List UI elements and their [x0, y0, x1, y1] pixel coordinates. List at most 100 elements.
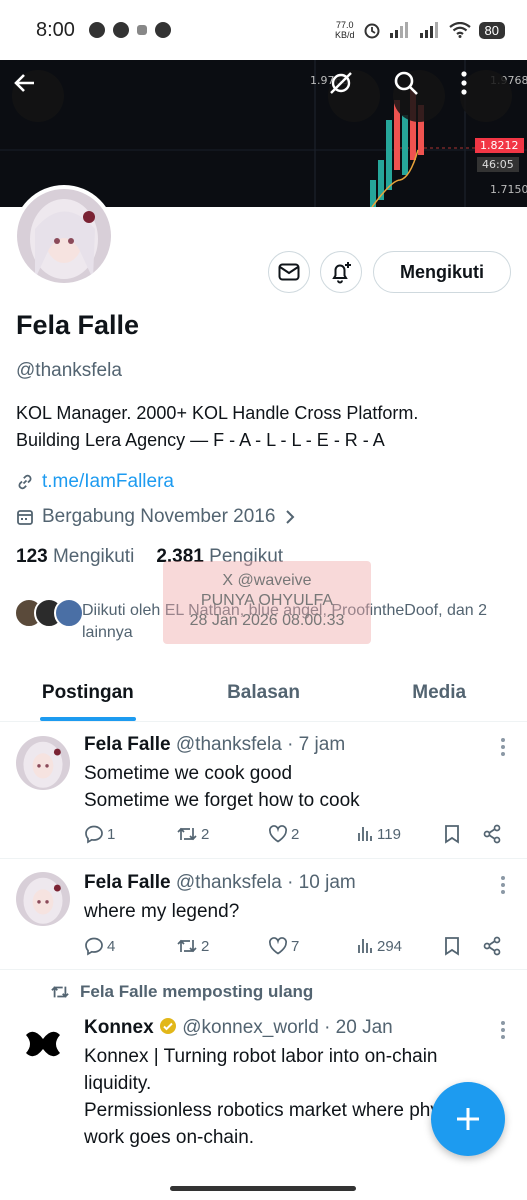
- whatsapp-icon: [88, 22, 105, 38]
- compose-button[interactable]: [431, 1082, 505, 1156]
- post-more-icon[interactable]: [501, 1021, 505, 1042]
- link-icon: [18, 474, 32, 490]
- repost-icon: [177, 827, 197, 841]
- reply-icon: [85, 825, 103, 844]
- grok-icon: [330, 72, 352, 94]
- profile-handle: @thanksfela: [16, 360, 122, 381]
- like-button[interactable]: 2: [268, 825, 356, 843]
- joined-row[interactable]: Bergabung November 2016: [16, 506, 297, 528]
- watermark-overlay: X @waveive PUNYA OHYULFA 28 Jan 2026 08.…: [163, 561, 371, 644]
- avatar-illustration: [16, 872, 70, 926]
- post-time: · 20 Jan: [324, 1017, 393, 1038]
- reply-button[interactable]: 1: [84, 824, 176, 844]
- layers-icon: [136, 25, 147, 35]
- profile-tabs: Postingan Balasan Media: [0, 664, 527, 722]
- notify-button[interactable]: [320, 251, 362, 293]
- post-author[interactable]: Fela Falle: [84, 734, 171, 755]
- post-author[interactable]: Konnex: [84, 1017, 154, 1038]
- repost-indicator[interactable]: Fela Falle memposting ulang: [50, 982, 313, 1002]
- search-button[interactable]: [393, 70, 445, 122]
- envelope-icon: [278, 263, 300, 281]
- profile-avatar[interactable]: [13, 185, 115, 287]
- chat-icon: [154, 22, 171, 38]
- post-time: · 10 jam: [287, 872, 356, 893]
- post-time: · 7 jam: [287, 734, 346, 755]
- following-button[interactable]: Mengikuti: [373, 251, 511, 293]
- share-icon: [483, 824, 501, 844]
- followed-by-avatars[interactable]: [14, 598, 84, 628]
- arrow-left-icon: [14, 74, 34, 92]
- following-stat[interactable]: 123 Mengikuti: [16, 546, 134, 568]
- post-avatar[interactable]: [16, 1017, 70, 1071]
- post-avatar[interactable]: [16, 872, 70, 926]
- repost-button[interactable]: 2: [176, 824, 268, 844]
- message-button[interactable]: [268, 251, 310, 293]
- more-button[interactable]: [460, 70, 512, 122]
- alarm-icon: [364, 23, 380, 39]
- views-icon: [358, 827, 372, 841]
- share-button[interactable]: [482, 936, 502, 956]
- repost-label: Fela Falle memposting ulang: [80, 982, 314, 1001]
- konnex-logo-icon: [26, 1031, 60, 1057]
- battery-indicator: 80: [478, 21, 505, 39]
- profile-link[interactable]: t.me/IamFallera: [42, 471, 174, 493]
- post-item[interactable]: Fela Falle @thanksfela · 7 jam Sometime …: [0, 722, 527, 859]
- heart-icon: [269, 825, 287, 843]
- profile-bio: KOL Manager. 2000+ KOL Handle Cross Plat…: [16, 403, 419, 450]
- repost-icon: [51, 986, 69, 998]
- reply-icon: [85, 937, 103, 956]
- signal-icon: [389, 22, 408, 38]
- app-icon: [112, 22, 129, 38]
- status-bar: 8:00 77.0 KB/d 80: [0, 0, 527, 60]
- post-text: Sometime we cook good Sometime we forget…: [84, 763, 360, 811]
- tab-posts[interactable]: Postingan: [0, 664, 176, 721]
- bookmark-button[interactable]: [444, 824, 482, 844]
- more-vertical-icon: [461, 71, 467, 95]
- joined-date: Bergabung November 2016: [42, 506, 276, 527]
- grok-button[interactable]: [328, 70, 380, 122]
- like-button[interactable]: 7: [268, 937, 356, 955]
- tab-media[interactable]: Media: [351, 664, 527, 721]
- post-handle[interactable]: @thanksfela: [176, 734, 282, 755]
- home-indicator[interactable]: [170, 1186, 356, 1191]
- repost-button[interactable]: 2: [176, 936, 268, 956]
- post-author[interactable]: Fela Falle: [84, 872, 171, 893]
- post-item[interactable]: Fela Falle @thanksfela · 10 jam where my…: [0, 860, 527, 970]
- post-more-icon[interactable]: [501, 738, 505, 759]
- views-button[interactable]: 119: [356, 825, 444, 843]
- bookmark-icon: [445, 937, 459, 956]
- avatar-illustration: [16, 736, 70, 790]
- post-avatar[interactable]: [16, 736, 70, 790]
- heart-icon: [269, 937, 287, 955]
- candle: [402, 115, 408, 175]
- post-more-icon[interactable]: [501, 876, 505, 897]
- notification-icons: [88, 22, 171, 38]
- mini-avatar: [54, 598, 84, 628]
- plus-icon: [457, 1108, 479, 1130]
- candle: [386, 120, 392, 190]
- status-time: 8:00: [36, 18, 75, 41]
- current-price-tag: 1.8212: [475, 138, 524, 153]
- bookmark-icon: [445, 825, 459, 844]
- views-icon: [358, 939, 372, 953]
- profile-name: Fela Falle: [16, 310, 140, 340]
- search-icon: [394, 71, 418, 95]
- tab-replies[interactable]: Balasan: [176, 664, 352, 721]
- profile-banner: 1.9768 1.9768 1.8212 46:05 1.7150: [0, 60, 527, 207]
- post-handle[interactable]: @thanksfela: [176, 872, 282, 893]
- chevron-right-icon: [286, 510, 295, 524]
- back-button[interactable]: [12, 70, 64, 122]
- bell-plus-icon: [332, 262, 351, 284]
- wifi-icon: [448, 22, 471, 38]
- countdown-tag: 46:05: [477, 157, 519, 172]
- trading-chart-banner: [0, 60, 527, 207]
- net-speed: 77.0 KB/d: [335, 20, 355, 40]
- post-handle[interactable]: @konnex_world: [182, 1017, 319, 1038]
- post-text: where my legend?: [84, 901, 240, 922]
- reply-button[interactable]: 4: [84, 936, 176, 956]
- profile-link-row: t.me/IamFallera: [16, 471, 174, 493]
- calendar-icon: [17, 510, 33, 525]
- share-button[interactable]: [482, 824, 502, 844]
- views-button[interactable]: 294: [356, 937, 444, 955]
- bookmark-button[interactable]: [444, 936, 482, 956]
